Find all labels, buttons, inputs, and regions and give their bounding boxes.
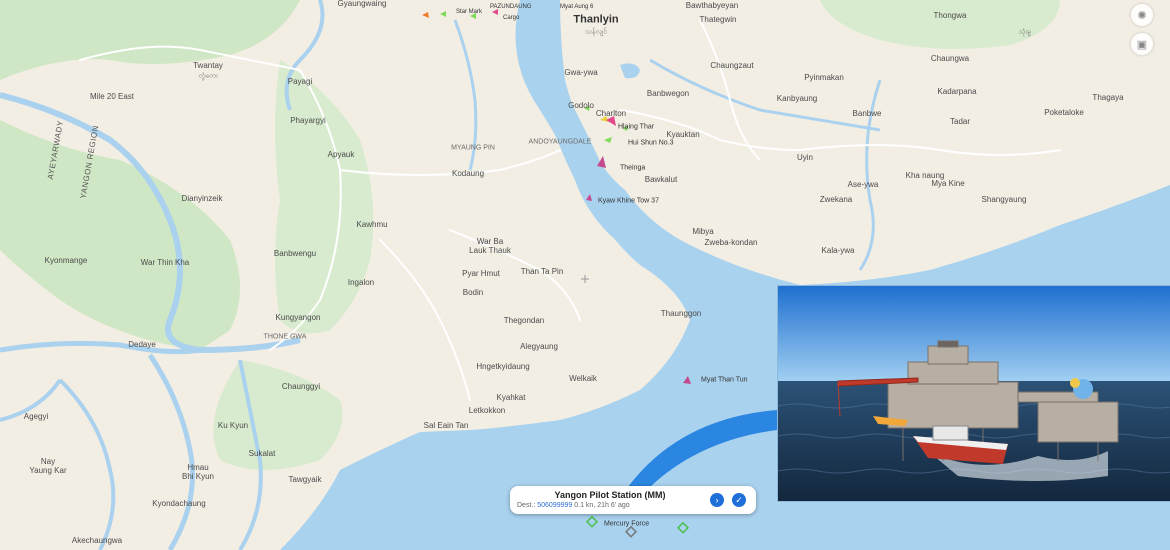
vessel-label: PAZUNDAUNG <box>490 4 532 10</box>
map-label: Banbwegon <box>646 89 690 98</box>
map-label: Chaunggyi <box>281 382 321 391</box>
map-label: Kyonmange <box>44 256 88 265</box>
map-label-local: သန်လျင် <box>585 28 607 36</box>
map-label: Kodaung <box>451 169 485 178</box>
vessel-label[interactable]: Hlaing Thar <box>618 124 654 131</box>
vessel-label[interactable]: Myat Aung 6 <box>560 4 593 10</box>
map-label-local: တွံတေး <box>198 72 218 80</box>
map-label: Zweba-kondan <box>704 238 758 247</box>
map-label: Zwekana <box>819 195 853 204</box>
map-label: Kadarpana <box>937 87 977 96</box>
vessel-label[interactable]: Cargo <box>503 15 519 21</box>
map-label: Kungyangon <box>275 313 321 322</box>
pilot-station-inset <box>777 285 1170 502</box>
popup-title: Yangon Pilot Station (MM) <box>554 490 666 500</box>
map-label: Thaunggon <box>660 309 702 318</box>
map-label: Sal Eain Tan <box>423 421 469 430</box>
map-label: Bodin <box>462 288 484 297</box>
map-label: Nay <box>40 457 56 466</box>
vessel-label[interactable]: Myat Than Tun <box>701 377 748 384</box>
map-label: Mya Kine <box>931 179 965 188</box>
map-label: Ase-ywa <box>847 180 879 189</box>
vessel-label[interactable]: Mercury Force <box>604 521 649 528</box>
map-label: Dianyinzeik <box>181 194 223 203</box>
map-label: Hmau <box>187 463 209 472</box>
map-label: Pyinmakan <box>804 73 844 82</box>
vessel-label[interactable]: Kyaw Khine Tow 37 <box>598 198 659 205</box>
map-label: Bawkalut <box>644 175 678 184</box>
map-label: Thategwin <box>699 15 737 24</box>
map-label: Phayargyi <box>290 116 326 125</box>
map-label: Payagi <box>287 77 313 86</box>
map-label: Ingalon <box>347 278 375 287</box>
map-label: Akechaungwa <box>71 536 123 545</box>
map-label: Yaung Kar <box>29 466 67 475</box>
map-label: Godolo <box>568 101 594 110</box>
map-label: Sukalat <box>248 449 276 458</box>
map-label: Kyahkat <box>496 393 526 402</box>
map-label: Kyondachaung <box>152 499 206 508</box>
map-label: THONE GWA <box>263 333 307 341</box>
map-label: Apyauk <box>327 150 355 159</box>
vessel-popup[interactable]: Yangon Pilot Station (MM) Dest.: 5060999… <box>510 486 756 514</box>
beacon <box>1070 378 1080 388</box>
map-label: Than Ta Pin <box>520 267 564 276</box>
map-label: Kawhmu <box>356 220 388 229</box>
map-label: Welkaik <box>569 374 597 383</box>
image-icon[interactable]: ▣ <box>1131 33 1153 55</box>
map-label: Letkokkon <box>468 406 506 415</box>
map-label: Kanbyaung <box>776 94 818 103</box>
map-label: Tadar <box>949 117 971 126</box>
map-label: Chaungzaut <box>710 61 754 70</box>
map-label: Banbwe <box>852 109 882 118</box>
map-label: Thagaya <box>1092 93 1124 102</box>
map-label-local: သုံးခွ <box>1018 28 1032 36</box>
map-label: Banbwengu <box>273 249 317 258</box>
map-label: Uyin <box>796 153 814 162</box>
sun-icon[interactable]: ✺ <box>1131 4 1153 26</box>
map-label: Charlton <box>595 109 627 118</box>
map-label: Shangyaung <box>981 195 1027 204</box>
map-label: Twantay <box>193 61 223 70</box>
vessel-label[interactable]: Star Mark <box>456 9 482 15</box>
map-label: Bawthabyeyan <box>685 1 739 10</box>
map-label: Bhi Kyun <box>181 472 215 481</box>
check-icon[interactable]: ✓ <box>732 493 746 507</box>
map-label: Ku Kyun <box>217 421 249 430</box>
map-label: Dedaye <box>128 340 156 349</box>
map-label: Mile 20 East <box>89 92 135 101</box>
chevron-right-icon[interactable]: › <box>710 493 724 507</box>
map-label: Kyauktan <box>666 130 700 139</box>
map-label-city: Thanlyin <box>573 13 619 26</box>
dest-label: Dest.: <box>517 502 536 509</box>
map-label: War Ba <box>476 237 504 246</box>
map-label: Chaungwa <box>930 54 970 63</box>
mmsi-link[interactable]: 506099999 <box>537 502 572 509</box>
map-label: Gyaungwaing <box>337 0 387 8</box>
map-label: Hngetkyidaung <box>476 362 530 371</box>
map-label: Thegondan <box>503 316 545 325</box>
map-label: Lauk Thauk <box>469 246 511 255</box>
map-label: Agegyi <box>23 412 49 421</box>
map-label: Alegyaung <box>520 342 558 351</box>
vessel-info: 0.1 kn, 21h 6' ago <box>574 502 630 509</box>
vessel-label[interactable]: Theinga <box>620 165 645 172</box>
map-label: Tawgyaik <box>288 475 322 484</box>
map-label: War Thin Kha <box>140 258 190 267</box>
map-label: Gwa-ywa <box>564 68 598 77</box>
map-label: ANDOYAUNGDALE <box>528 138 592 146</box>
map-label: Mibya <box>692 227 714 236</box>
map-label: Pyar Hmut <box>462 269 500 278</box>
popup-details: Dest.: 506099999 0.1 kn, 21h 6' ago <box>517 502 630 509</box>
map-label: Poketaloke <box>1044 108 1084 117</box>
map-label: MYAUNG PIN <box>451 144 495 152</box>
map-label: Thongwa <box>933 11 967 20</box>
vessel-label[interactable]: Hui Shun No.3 <box>628 140 674 147</box>
map-label: Kala-ywa <box>821 246 855 255</box>
